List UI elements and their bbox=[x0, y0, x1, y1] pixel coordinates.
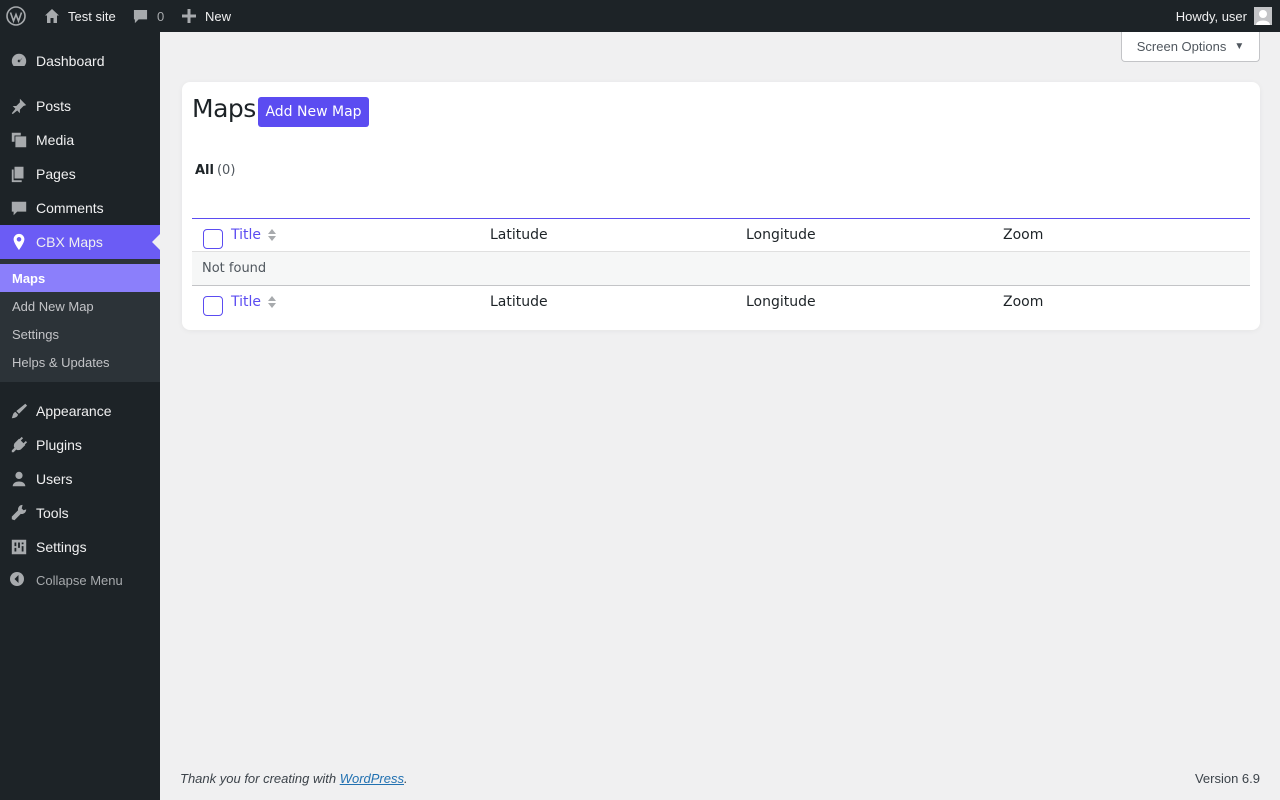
sidebar-item-label: Pages bbox=[36, 166, 76, 182]
footer-thanks: Thank you for creating with WordPress. bbox=[180, 771, 408, 786]
submenu-item-helps-updates[interactable]: Helps & Updates bbox=[0, 348, 160, 376]
comments-link[interactable]: 0 bbox=[133, 0, 164, 32]
column-title-sortable[interactable]: Title bbox=[231, 227, 277, 243]
column-title-sortable-footer[interactable]: Title bbox=[231, 294, 277, 310]
sidebar-item-label: Media bbox=[36, 132, 75, 148]
sidebar-item-comments[interactable]: Comments bbox=[0, 191, 160, 225]
maps-list-card: Maps Add New Map All (0) Title Latitude L… bbox=[182, 82, 1260, 330]
empty-message: Not found bbox=[202, 261, 267, 276]
new-content-link[interactable]: New bbox=[182, 0, 231, 32]
sidebar-item-plugins[interactable]: Plugins bbox=[0, 428, 160, 462]
plus-icon bbox=[182, 9, 196, 23]
pin-icon bbox=[9, 96, 29, 116]
sidebar-item-pages[interactable]: Pages bbox=[0, 157, 160, 191]
sidebar-item-dashboard[interactable]: Dashboard bbox=[0, 44, 160, 78]
add-new-map-button[interactable]: Add New Map bbox=[258, 97, 369, 127]
column-latitude-footer: Latitude bbox=[490, 294, 548, 310]
sidebar-item-media[interactable]: Media bbox=[0, 123, 160, 157]
sidebar-item-label: Appearance bbox=[36, 403, 112, 419]
screen-options-label: Screen Options bbox=[1136, 39, 1227, 54]
column-latitude: Latitude bbox=[490, 227, 548, 243]
media-icon bbox=[9, 130, 29, 150]
avatar bbox=[1254, 7, 1272, 25]
cbx-maps-submenu: Maps Add New Map Settings Helps & Update… bbox=[0, 259, 160, 382]
submenu-item-add-new-map[interactable]: Add New Map bbox=[0, 292, 160, 320]
collapse-arrow-icon bbox=[9, 571, 27, 589]
settings-icon bbox=[9, 537, 29, 557]
sidebar-item-label: Users bbox=[36, 471, 73, 487]
comments-count: 0 bbox=[157, 8, 165, 24]
location-pin-icon bbox=[9, 232, 29, 252]
select-all-checkbox[interactable] bbox=[203, 229, 223, 249]
new-label: New bbox=[205, 8, 232, 24]
filter-all-link[interactable]: All bbox=[195, 163, 214, 178]
sidebar-item-label: Plugins bbox=[36, 437, 82, 453]
site-link[interactable]: Test site bbox=[44, 0, 116, 32]
sidebar-item-settings[interactable]: Settings bbox=[0, 530, 160, 564]
sort-arrows-icon bbox=[267, 228, 277, 242]
column-zoom-footer: Zoom bbox=[1003, 294, 1044, 310]
plug-icon bbox=[9, 435, 29, 455]
admin-bar: Test site 0 New Howdy, user bbox=[0, 0, 1280, 32]
page-title: Maps bbox=[192, 94, 256, 123]
sidebar-item-label: CBX Maps bbox=[36, 234, 103, 250]
table-footer-row: Title Latitude Longitude Zoom bbox=[192, 286, 1250, 319]
wordpress-logo-icon[interactable] bbox=[6, 0, 28, 32]
comment-bubble-icon bbox=[133, 9, 148, 23]
column-title-label: Title bbox=[231, 227, 262, 243]
submenu-item-maps[interactable]: Maps bbox=[0, 264, 160, 292]
status-filter: All (0) bbox=[195, 163, 235, 178]
user-icon bbox=[9, 469, 29, 489]
dashboard-icon bbox=[9, 51, 29, 71]
sidebar-item-label: Posts bbox=[36, 98, 72, 114]
column-longitude-footer: Longitude bbox=[746, 294, 816, 310]
site-name: Test site bbox=[68, 8, 116, 24]
column-longitude: Longitude bbox=[746, 227, 816, 243]
sidebar-item-label: Comments bbox=[36, 200, 104, 216]
comment-icon bbox=[9, 198, 29, 218]
column-title-label: Title bbox=[231, 294, 262, 310]
wrench-icon bbox=[9, 503, 29, 523]
pages-icon bbox=[9, 164, 29, 184]
filter-all-count: (0) bbox=[216, 163, 236, 178]
home-icon bbox=[45, 9, 59, 23]
account-menu[interactable]: Howdy, user bbox=[1176, 0, 1272, 32]
footer-thanks-suffix: . bbox=[404, 771, 408, 786]
collapse-menu-button[interactable]: Collapse Menu bbox=[0, 565, 160, 595]
caret-down-icon: ▼ bbox=[1234, 41, 1245, 52]
footer-thanks-text: Thank you for creating with bbox=[180, 771, 340, 786]
sidebar-item-cbx-maps[interactable]: CBX Maps bbox=[0, 225, 160, 259]
table-empty-row: Not found bbox=[192, 251, 1250, 286]
table-header-row: Title Latitude Longitude Zoom bbox=[192, 218, 1250, 251]
maps-table: Title Latitude Longitude Zoom Not found … bbox=[192, 218, 1250, 319]
admin-sidebar: Dashboard Posts Media Pages Comments CBX… bbox=[0, 32, 160, 800]
sidebar-item-label: Tools bbox=[36, 505, 69, 521]
column-zoom: Zoom bbox=[1003, 227, 1044, 243]
paintbrush-icon bbox=[9, 401, 29, 421]
sidebar-item-posts[interactable]: Posts bbox=[0, 89, 160, 123]
howdy-label: Howdy, user bbox=[1175, 8, 1247, 24]
version-label: Version 6.9 bbox=[1194, 771, 1260, 786]
sort-arrows-icon bbox=[267, 295, 277, 309]
select-all-checkbox-footer[interactable] bbox=[203, 296, 223, 316]
submenu-item-settings[interactable]: Settings bbox=[0, 320, 160, 348]
sidebar-item-users[interactable]: Users bbox=[0, 462, 160, 496]
sidebar-item-tools[interactable]: Tools bbox=[0, 496, 160, 530]
collapse-menu-label: Collapse Menu bbox=[36, 572, 123, 588]
sidebar-item-label: Settings bbox=[36, 539, 87, 555]
wordpress-link[interactable]: WordPress bbox=[340, 771, 404, 786]
sidebar-item-label: Dashboard bbox=[36, 53, 105, 69]
sidebar-item-appearance[interactable]: Appearance bbox=[0, 394, 160, 428]
screen-options-button[interactable]: Screen Options ▼ bbox=[1121, 32, 1260, 62]
